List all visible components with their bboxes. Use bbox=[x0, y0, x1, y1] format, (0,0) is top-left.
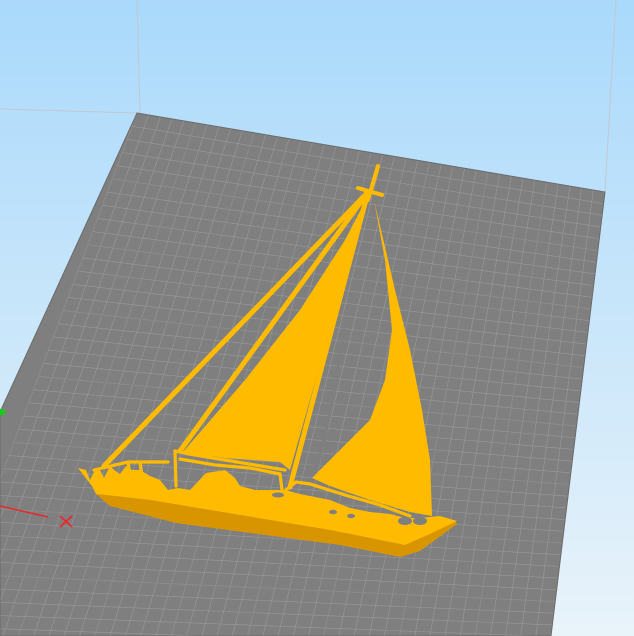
3d-viewport[interactable] bbox=[0, 0, 634, 636]
scene-canvas[interactable] bbox=[0, 0, 634, 636]
